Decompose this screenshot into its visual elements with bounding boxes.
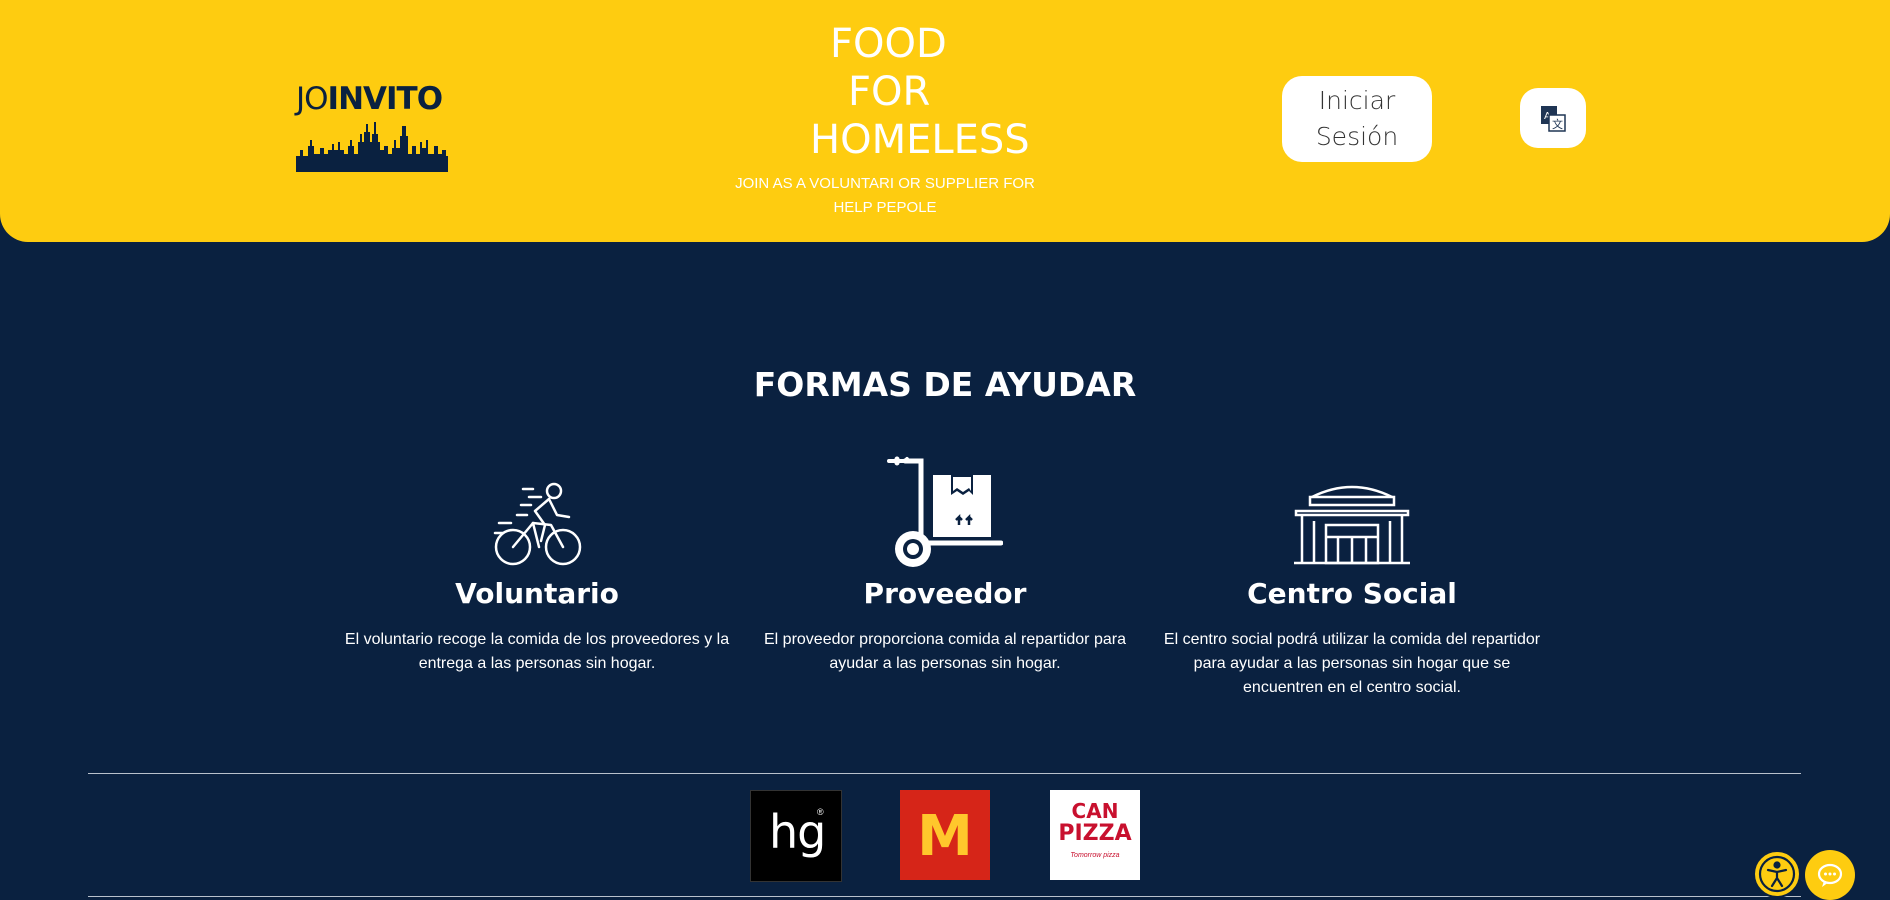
building-icon — [1294, 485, 1410, 565]
card-title: Proveedor — [863, 577, 1027, 610]
card-title: Voluntario — [455, 577, 619, 610]
partner-logo-mcdonalds[interactable]: M — [900, 790, 990, 880]
cyclist-icon — [493, 482, 582, 566]
partners-divider-bottom — [88, 896, 1801, 897]
login-button[interactable]: Iniciar Sesión — [1282, 76, 1432, 162]
section-title: FORMAS DE AYUDAR — [753, 365, 1137, 405]
hero-title-line: HOMELESS — [810, 117, 1030, 163]
card-title: Centro Social — [1247, 577, 1457, 610]
hand-truck-icon — [887, 456, 1003, 567]
login-button-label: Iniciar Sesión — [1315, 86, 1399, 151]
logo-wordmark: JOINVITO — [296, 81, 443, 117]
joinvito-logo[interactable]: JOINVITO — [296, 82, 448, 174]
card-voluntario: Voluntario El voluntario recoge la comid… — [337, 445, 737, 676]
canpizza-line1: CAN — [1071, 799, 1119, 823]
card-proveedor: Proveedor El proveedor proporciona comid… — [745, 445, 1145, 676]
card-centro-social: Centro Social El centro social podrá uti… — [1152, 445, 1552, 700]
header: JOINVITO FOOD FOR HOMELESS JOIN AS A VOL… — [0, 0, 1890, 242]
translate-button[interactable]: A 文 — [1520, 88, 1586, 148]
chat-button[interactable] — [1805, 850, 1855, 900]
canpizza-line2: PIZZA — [1058, 821, 1132, 846]
hero-subtitle: JOIN AS A VOLUNTARI OR SUPPLIER FOR HELP… — [735, 175, 1035, 216]
partner-logo-hg[interactable]: hg ® — [750, 790, 842, 882]
svg-text:文: 文 — [1552, 117, 1563, 131]
translate-icon: A 文 — [1541, 106, 1566, 132]
card-description: El centro social podrá utilizar la comid… — [1163, 631, 1541, 696]
partner-logo-canpizza[interactable]: CAN PIZZA Tomorrow pizza — [1050, 790, 1140, 880]
canpizza-tagline: Tomorrow pizza — [1070, 852, 1120, 859]
card-description: El proveedor proporciona comida al repar… — [764, 631, 1126, 672]
hero-title-line: FOOD — [830, 21, 947, 67]
hero-title-line: FOR — [848, 69, 931, 115]
accessibility-button[interactable] — [1753, 850, 1801, 898]
skyline-icon — [296, 122, 448, 172]
hg-registered-mark: ® — [817, 807, 824, 817]
mcdonalds-arches: M — [917, 804, 973, 869]
accessibility-icon — [1758, 855, 1796, 893]
card-description: El voluntario recoge la comida de los pr… — [344, 631, 730, 672]
chat-icon — [1817, 863, 1843, 887]
hero-title: FOOD FOR HOMELESS — [780, 20, 1040, 164]
partners-divider-top — [88, 773, 1801, 774]
